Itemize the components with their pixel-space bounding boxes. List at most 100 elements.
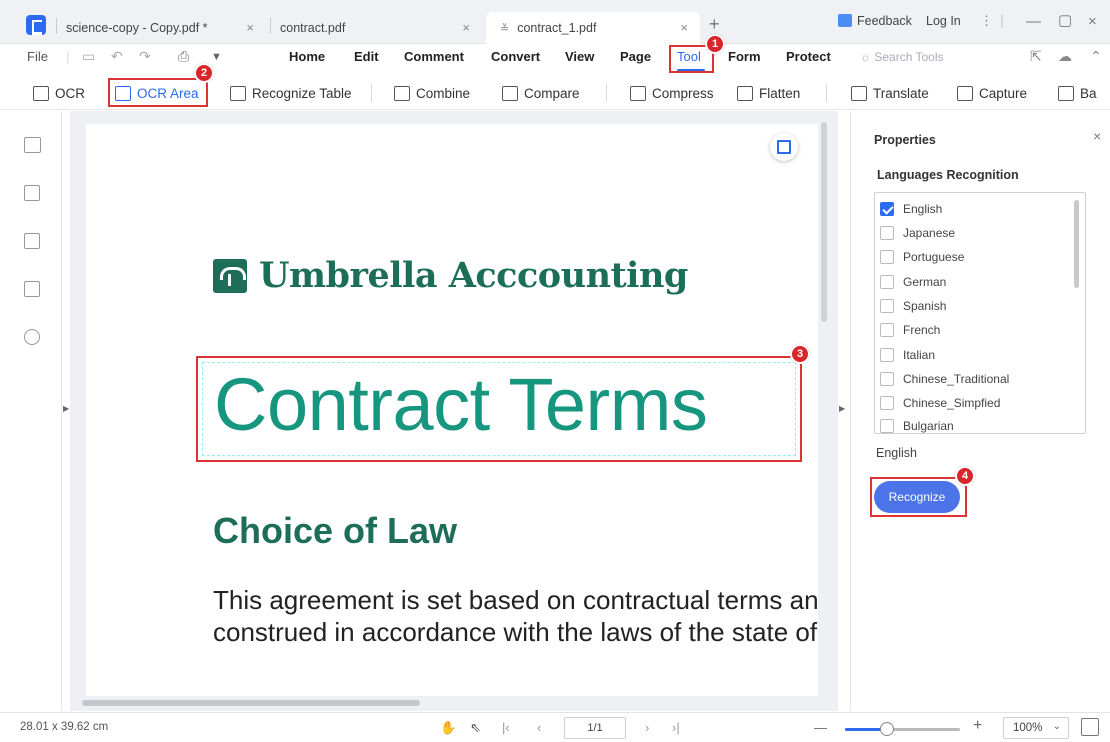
language-option-japanese[interactable]: Japanese	[880, 224, 955, 242]
compress-button[interactable]: Compress	[630, 82, 714, 104]
search-tools-input[interactable]: ☼ Search Tools	[860, 50, 944, 64]
menu-page[interactable]: Page	[620, 49, 651, 64]
hand-tool-icon[interactable]: ✋	[440, 720, 456, 736]
expand-right-panel-icon[interactable]: ▶	[839, 404, 845, 413]
zoom-slider-handle[interactable]	[880, 722, 894, 736]
fit-page-icon[interactable]	[1081, 718, 1099, 736]
horizontal-scrollbar[interactable]	[82, 700, 420, 706]
attachment-icon[interactable]	[24, 281, 40, 297]
vertical-scrollbar[interactable]	[821, 122, 827, 322]
checkbox-checked-icon[interactable]	[880, 202, 894, 216]
page-dimensions: 28.01 x 39.62 cm	[20, 721, 109, 733]
minimize-icon[interactable]: —	[1026, 13, 1041, 30]
menu-file[interactable]: File	[27, 49, 48, 64]
highlight-ocr-selection	[196, 356, 802, 462]
translate-icon	[851, 85, 867, 101]
translate-label: Translate	[873, 85, 929, 101]
close-icon[interactable]: ×	[246, 20, 254, 35]
tab-contract-1[interactable]: ≚ contract_1.pdf ×	[486, 12, 700, 44]
checkbox-icon[interactable]	[880, 275, 894, 289]
menu-comment[interactable]: Comment	[404, 49, 464, 64]
toolbar-divider	[371, 84, 372, 102]
recognize-table-button[interactable]: Recognize Table	[230, 82, 352, 104]
combine-button[interactable]: Combine	[394, 82, 470, 104]
close-icon[interactable]: ×	[1093, 128, 1101, 144]
checkbox-icon[interactable]	[880, 348, 894, 362]
menu-view[interactable]: View	[565, 49, 594, 64]
zoom-out-icon[interactable]: —	[814, 720, 827, 735]
pdf-editor-window: science-copy - Copy.pdf * × contract.pdf…	[0, 0, 1110, 742]
more-options-icon[interactable]: ⋮	[980, 13, 993, 29]
batch-button[interactable]: Ba	[1058, 82, 1097, 104]
language-option-italian[interactable]: Italian	[880, 346, 935, 364]
page-number-input[interactable]: 1/1	[564, 717, 626, 739]
save-icon[interactable]: ▭	[82, 48, 95, 65]
zoom-slider-fill	[845, 728, 885, 731]
checkbox-icon[interactable]	[880, 250, 894, 264]
language-option-german[interactable]: German	[880, 273, 946, 291]
menu-home[interactable]: Home	[289, 49, 325, 64]
close-icon[interactable]: ×	[462, 20, 470, 35]
close-icon[interactable]: ×	[680, 20, 688, 35]
redo-icon[interactable]: ↷	[139, 48, 151, 65]
comment-icon[interactable]	[24, 233, 40, 249]
language-option-portuguese[interactable]: Portuguese	[880, 248, 964, 266]
new-tab-plus-icon[interactable]: +	[709, 14, 720, 35]
language-option-chinese-simplified[interactable]: Chinese_Simpfied	[880, 394, 1000, 412]
next-page-icon[interactable]: ›	[645, 720, 649, 735]
toolbar-divider	[826, 84, 827, 102]
undo-icon[interactable]: ↶	[111, 48, 123, 65]
thumbnails-icon[interactable]	[24, 137, 41, 153]
login-link[interactable]: Log In	[926, 14, 961, 28]
print-icon[interactable]: ⎙	[178, 48, 189, 65]
feedback-button[interactable]: Feedback	[838, 14, 912, 28]
first-page-icon[interactable]: |‹	[502, 720, 510, 735]
quick-access-dropdown-icon[interactable]: ▼	[211, 51, 222, 63]
menu-protect[interactable]: Protect	[786, 49, 831, 64]
translate-button[interactable]: Translate	[851, 82, 929, 104]
expand-left-panel-icon[interactable]: ▶	[63, 404, 69, 413]
language-list-scrollbar[interactable]	[1074, 200, 1079, 288]
selected-languages-summary: English	[876, 446, 917, 460]
collapse-ribbon-icon[interactable]: ⌃	[1090, 48, 1102, 65]
language-option-chinese-traditional[interactable]: Chinese_Traditional	[880, 370, 1009, 388]
paragraph-line: This agreement is set based on contractu…	[213, 585, 818, 615]
step-badge: 4	[955, 466, 975, 486]
select-tool-icon[interactable]: ⇖	[470, 720, 481, 736]
checkbox-icon[interactable]	[880, 372, 894, 386]
share-icon[interactable]: ⇱	[1030, 48, 1042, 65]
bookmark-icon[interactable]	[24, 185, 40, 201]
tab-science-copy[interactable]: science-copy - Copy.pdf * ×	[56, 12, 266, 44]
tab-contract[interactable]: contract.pdf ×	[270, 12, 482, 44]
previous-page-icon[interactable]: ‹	[537, 720, 541, 735]
menu-convert[interactable]: Convert	[491, 49, 540, 64]
flatten-button[interactable]: Flatten	[737, 82, 800, 104]
search-icon[interactable]	[24, 329, 40, 345]
window-close-icon[interactable]: ×	[1088, 13, 1097, 30]
ocr-button[interactable]: OCR	[33, 82, 85, 104]
language-option-spanish[interactable]: Spanish	[880, 297, 946, 315]
language-option-french[interactable]: French	[880, 321, 940, 339]
menu-edit[interactable]: Edit	[354, 49, 379, 64]
language-option-english[interactable]: English	[880, 200, 942, 218]
language-label: Bulgarian	[903, 419, 954, 433]
menu-form[interactable]: Form	[728, 49, 761, 64]
zoom-select[interactable]: 100% ⌄	[1003, 717, 1069, 739]
checkbox-icon[interactable]	[880, 226, 894, 240]
upload-cloud-icon[interactable]: ☁	[1058, 48, 1072, 65]
checkbox-icon[interactable]	[880, 323, 894, 337]
compare-button[interactable]: Compare	[502, 82, 580, 104]
document-brand: Umbrella Acccounting	[213, 255, 688, 296]
last-page-icon[interactable]: ›|	[672, 720, 680, 735]
checkbox-icon[interactable]	[880, 299, 894, 313]
language-label: Spanish	[903, 299, 947, 313]
checkbox-icon[interactable]	[880, 396, 894, 410]
checkbox-icon[interactable]	[880, 419, 894, 433]
page-fit-icon[interactable]	[770, 133, 798, 161]
language-option-bulgarian[interactable]: Bulgarian	[880, 419, 954, 433]
chevron-down-icon: ⌄	[1052, 721, 1061, 732]
capture-button[interactable]: Capture	[957, 82, 1027, 104]
language-label: Japanese	[903, 226, 956, 240]
zoom-in-icon[interactable]: +	[973, 717, 982, 735]
maximize-icon[interactable]: ▢	[1058, 11, 1072, 29]
